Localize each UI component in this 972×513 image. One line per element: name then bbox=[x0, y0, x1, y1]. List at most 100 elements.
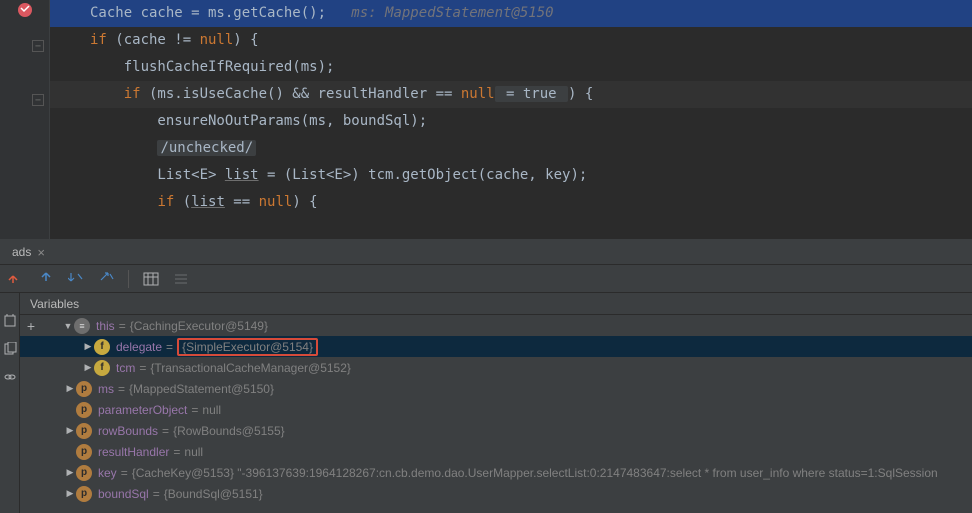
variable-value: {TransactionalCacheManager@5152} bbox=[150, 361, 351, 375]
variable-name: resultHandler bbox=[98, 445, 169, 459]
variables-header: Variables bbox=[20, 293, 972, 315]
code-text: ensureNoOutParams(ms, boundSql); bbox=[90, 113, 427, 129]
variable-row-boundsql[interactable]: ▶ p boundSql = {BoundSql@5151} bbox=[20, 483, 972, 504]
variable-value: {CachingExecutor@5149} bbox=[130, 319, 268, 333]
param-icon: p bbox=[76, 465, 92, 481]
code-line[interactable]: if (ms.isUseCache() && resultHandler == … bbox=[50, 81, 972, 108]
memory-icon[interactable] bbox=[2, 313, 18, 329]
expand-arrow-icon[interactable]: ▶ bbox=[82, 341, 94, 352]
highlighted-value: {SimpleExecutor@5154} bbox=[177, 338, 318, 356]
field-icon: f bbox=[94, 339, 110, 355]
expand-arrow-icon[interactable]: ▼ bbox=[62, 321, 74, 331]
variable-value: null bbox=[202, 403, 221, 417]
equals-text: = bbox=[153, 487, 160, 501]
code-text: (ms.isUseCache() && resultHandler == bbox=[141, 86, 461, 102]
variable-name: key bbox=[98, 466, 117, 480]
copy-icon[interactable] bbox=[2, 341, 18, 357]
expand-arrow-icon[interactable]: ▶ bbox=[82, 362, 94, 373]
code-line[interactable]: if (cache != null) { bbox=[50, 27, 972, 54]
variable-value: {MappedStatement@5150} bbox=[129, 382, 274, 396]
editor-gutter[interactable]: − − bbox=[0, 0, 50, 239]
variable-row-tcm[interactable]: ▶ f tcm = {TransactionalCacheManager@515… bbox=[20, 357, 972, 378]
field-icon: f bbox=[94, 360, 110, 376]
evaluate-icon[interactable] bbox=[143, 271, 159, 287]
equals-text: = bbox=[121, 466, 128, 480]
expand-arrow-icon[interactable]: ▶ bbox=[64, 383, 76, 394]
inline-hint: ms: MappedStatement@5150 bbox=[326, 5, 554, 21]
settings-icon[interactable] bbox=[173, 271, 189, 287]
code-text: ) { bbox=[233, 32, 258, 48]
equals-text: = bbox=[119, 319, 126, 333]
variables-tree[interactable]: + ▼ ≡ this = {CachingExecutor@5149} ▶ f … bbox=[20, 315, 972, 513]
variable-row-delegate[interactable]: ▶ f delegate = {SimpleExecutor@5154} bbox=[20, 336, 972, 357]
equals-text: = bbox=[173, 445, 180, 459]
variable-name: this bbox=[96, 319, 115, 333]
equals-text: = bbox=[139, 361, 146, 375]
tab-threads[interactable]: ads × bbox=[4, 241, 53, 264]
fold-marker-icon[interactable]: − bbox=[32, 94, 44, 106]
variable-name: ms bbox=[98, 382, 114, 396]
variable-name: tcm bbox=[116, 361, 135, 375]
code-content[interactable]: Cache cache = ms.getCache(); ms: MappedS… bbox=[50, 0, 972, 239]
code-line[interactable]: ensureNoOutParams(ms, boundSql); bbox=[50, 108, 972, 135]
code-text: = (List<E>) tcm.getObject(cache, key); bbox=[259, 167, 588, 183]
code-line[interactable]: List<E> list = (List<E>) tcm.getObject(c… bbox=[50, 162, 972, 189]
keyword: if bbox=[124, 86, 141, 102]
code-text: == bbox=[225, 194, 259, 210]
debug-panel: Variables + ▼ ≡ this = {CachingExecutor@… bbox=[0, 293, 972, 513]
param-icon: p bbox=[76, 486, 92, 502]
variable-value: {RowBounds@5155} bbox=[173, 424, 285, 438]
expand-arrow-icon[interactable]: ▶ bbox=[64, 488, 76, 499]
variable-row-ms[interactable]: ▶ p ms = {MappedStatement@5150} bbox=[20, 378, 972, 399]
code-text: ( bbox=[174, 194, 191, 210]
inline-eval-badge: = true bbox=[495, 86, 568, 102]
param-icon: p bbox=[76, 402, 92, 418]
toolbar-separator bbox=[128, 270, 129, 288]
code-line[interactable]: flushCacheIfRequired(ms); bbox=[50, 54, 972, 81]
param-icon: p bbox=[76, 381, 92, 397]
code-line[interactable]: /unchecked/ bbox=[50, 135, 972, 162]
code-line[interactable]: if (list == null) { bbox=[50, 189, 972, 216]
code-text: (cache != bbox=[107, 32, 200, 48]
code-text: flushCacheIfRequired(ms); bbox=[90, 59, 334, 75]
keyword: null bbox=[461, 86, 495, 102]
equals-text: = bbox=[166, 340, 173, 354]
step-over-icon[interactable] bbox=[8, 271, 24, 287]
code-text: list bbox=[191, 194, 225, 210]
variable-row-rowbounds[interactable]: ▶ p rowBounds = {RowBounds@5155} bbox=[20, 420, 972, 441]
variable-row-parameterobject[interactable]: ▶ p parameterObject = null bbox=[20, 399, 972, 420]
debug-side-toolbar bbox=[0, 293, 20, 513]
keyword: null bbox=[259, 194, 293, 210]
keyword: if bbox=[157, 194, 174, 210]
variable-value: null bbox=[184, 445, 203, 459]
add-watch-icon[interactable]: + bbox=[20, 318, 42, 334]
variable-row-key[interactable]: ▶ p key = {CacheKey@5153} "-396137639:19… bbox=[20, 462, 972, 483]
equals-text: = bbox=[118, 382, 125, 396]
equals-text: = bbox=[162, 424, 169, 438]
variable-name: rowBounds bbox=[98, 424, 158, 438]
variable-name: delegate bbox=[116, 340, 162, 354]
link-icon[interactable] bbox=[2, 369, 18, 385]
force-step-into-icon[interactable] bbox=[68, 271, 84, 287]
code-text: ) { bbox=[568, 86, 593, 102]
expand-arrow-icon[interactable]: ▶ bbox=[64, 467, 76, 478]
keyword: if bbox=[90, 32, 107, 48]
variables-label: Variables bbox=[30, 297, 79, 311]
step-into-icon[interactable] bbox=[38, 271, 54, 287]
code-text: Cache cache = ms.getCache(); bbox=[90, 5, 326, 21]
step-out-icon[interactable] bbox=[98, 271, 114, 287]
close-icon[interactable]: × bbox=[37, 245, 45, 260]
code-text: list bbox=[225, 167, 259, 183]
variable-value: {BoundSql@5151} bbox=[164, 487, 263, 501]
breakpoint-marker[interactable] bbox=[18, 3, 32, 17]
code-editor[interactable]: − − Cache cache = ms.getCache(); ms: Map… bbox=[0, 0, 972, 240]
variable-value: {CacheKey@5153} "-396137639:1964128267:c… bbox=[132, 466, 938, 480]
expand-arrow-icon[interactable]: ▶ bbox=[64, 425, 76, 436]
fold-marker-icon[interactable]: − bbox=[32, 40, 44, 52]
code-line[interactable]: Cache cache = ms.getCache(); ms: MappedS… bbox=[50, 0, 972, 27]
keyword: null bbox=[200, 32, 234, 48]
code-text: ) { bbox=[292, 194, 317, 210]
variable-row-resulthandler[interactable]: ▶ p resultHandler = null bbox=[20, 441, 972, 462]
suppress-badge: /unchecked/ bbox=[157, 140, 256, 156]
variable-row-this[interactable]: + ▼ ≡ this = {CachingExecutor@5149} bbox=[20, 315, 972, 336]
